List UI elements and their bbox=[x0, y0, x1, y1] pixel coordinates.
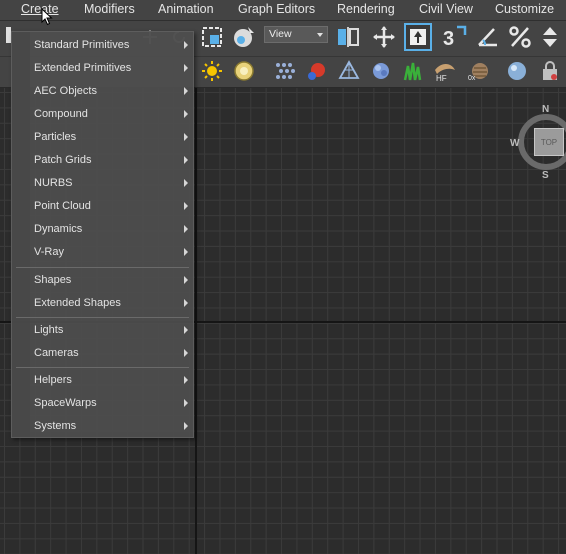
menu-item-systems[interactable]: Systems bbox=[12, 416, 193, 436]
viewcube-face[interactable]: TOP bbox=[534, 128, 564, 156]
menu-item-label: Compound bbox=[34, 108, 88, 120]
menu-item-label: Particles bbox=[34, 131, 77, 143]
menu-item-label: Extended Primitives bbox=[34, 62, 132, 74]
sphere-material-icon[interactable] bbox=[505, 59, 529, 83]
menu-item-label: Point Cloud bbox=[34, 200, 91, 212]
cloud-icon[interactable] bbox=[369, 59, 393, 83]
menu-item-lights[interactable]: Lights bbox=[12, 320, 193, 340]
menu-item-label: Standard Primitives bbox=[34, 39, 130, 51]
viewcube[interactable]: TOP N W S bbox=[510, 104, 566, 181]
hair-fur-icon[interactable]: HF bbox=[432, 59, 458, 83]
submenu-arrow-icon bbox=[184, 179, 188, 187]
compass-north-label: N bbox=[542, 104, 550, 115]
submenu-arrow-icon bbox=[184, 376, 188, 384]
submenu-arrow-icon bbox=[184, 276, 188, 284]
svg-text:HF: HF bbox=[436, 74, 447, 82]
menu-item-dynamics[interactable]: Dynamics bbox=[12, 219, 193, 239]
menu-customize[interactable]: Customize bbox=[495, 2, 554, 16]
menu-item-label: Patch Grids bbox=[34, 154, 92, 166]
create-menu-dropdown: Standard Primitives Extended Primitives … bbox=[11, 31, 194, 438]
chevron-down-icon bbox=[317, 33, 323, 37]
menu-item-patch-grids[interactable]: Patch Grids bbox=[12, 150, 193, 170]
view-dropdown-label: View bbox=[269, 28, 292, 40]
menu-item-v-ray[interactable]: V-Ray bbox=[12, 242, 193, 262]
menu-item-label: Shapes bbox=[34, 274, 72, 286]
menu-item-label: AEC Objects bbox=[34, 85, 97, 97]
reference-coordinate-dropdown[interactable]: View bbox=[264, 26, 328, 43]
menu-item-label: Systems bbox=[34, 420, 77, 432]
submenu-arrow-icon bbox=[184, 133, 188, 141]
submenu-arrow-icon bbox=[184, 349, 188, 357]
menu-item-helpers[interactable]: Helpers bbox=[12, 370, 193, 390]
menu-item-label: Lights bbox=[34, 324, 64, 336]
grid-axis-vertical bbox=[195, 88, 197, 554]
menu-item-aec-objects[interactable]: AEC Objects bbox=[12, 81, 193, 101]
menu-separator bbox=[16, 317, 189, 318]
angle-snap-icon[interactable] bbox=[474, 24, 502, 50]
submenu-arrow-icon bbox=[184, 326, 188, 334]
submenu-arrow-icon bbox=[184, 299, 188, 307]
menu-item-compound[interactable]: Compound bbox=[12, 104, 193, 124]
menu-separator bbox=[16, 367, 189, 368]
select-object-icon[interactable] bbox=[230, 24, 258, 50]
menu-item-shapes[interactable]: Shapes bbox=[12, 270, 193, 290]
plane-icon[interactable] bbox=[337, 59, 361, 83]
svg-text:0x: 0x bbox=[468, 75, 476, 82]
submenu-arrow-icon bbox=[184, 64, 188, 72]
submenu-arrow-icon bbox=[184, 41, 188, 49]
menu-animation[interactable]: Animation bbox=[158, 2, 214, 16]
menu-item-label: Cameras bbox=[34, 347, 79, 359]
menu-item-label: Extended Shapes bbox=[34, 297, 121, 309]
select-region-icon[interactable] bbox=[198, 24, 226, 50]
viewcube-face-label: TOP bbox=[540, 137, 558, 147]
percent-snap-icon[interactable] bbox=[506, 24, 534, 50]
submenu-arrow-icon bbox=[184, 422, 188, 430]
menu-graph-editors[interactable]: Graph Editors bbox=[238, 2, 315, 16]
displacement-icon[interactable]: 0x bbox=[466, 59, 490, 83]
menu-item-label: Dynamics bbox=[34, 223, 83, 235]
submenu-arrow-icon bbox=[184, 399, 188, 407]
menu-separator bbox=[16, 267, 189, 268]
submenu-arrow-icon bbox=[184, 248, 188, 256]
menu-item-point-cloud[interactable]: Point Cloud bbox=[12, 196, 193, 216]
grass-icon[interactable] bbox=[401, 59, 425, 83]
submenu-arrow-icon bbox=[184, 156, 188, 164]
menu-item-nurbs[interactable]: NURBS bbox=[12, 173, 193, 193]
submenu-arrow-icon bbox=[184, 225, 188, 233]
mirror-icon[interactable] bbox=[334, 24, 362, 50]
menu-item-particles[interactable]: Particles bbox=[12, 127, 193, 147]
compass-west-label: W bbox=[510, 138, 520, 149]
spinner-snap-icon[interactable] bbox=[538, 24, 562, 50]
submenu-arrow-icon bbox=[184, 110, 188, 118]
svg-text:3: 3 bbox=[443, 28, 454, 49]
mouse-cursor-icon bbox=[40, 7, 54, 27]
menu-item-label: NURBS bbox=[34, 177, 73, 189]
menu-item-label: Helpers bbox=[34, 374, 72, 386]
menu-rendering[interactable]: Rendering bbox=[337, 2, 395, 16]
submenu-arrow-icon bbox=[184, 87, 188, 95]
move-icon[interactable] bbox=[370, 24, 398, 50]
object-paint-icon[interactable] bbox=[305, 59, 329, 83]
menu-item-extended-primitives[interactable]: Extended Primitives bbox=[12, 58, 193, 78]
menu-civil-view[interactable]: Civil View bbox=[419, 2, 473, 16]
sphere-light-icon[interactable] bbox=[232, 59, 256, 83]
menu-item-spacewarps[interactable]: SpaceWarps bbox=[12, 393, 193, 413]
select-and-link-icon[interactable] bbox=[404, 23, 432, 51]
sun-icon[interactable] bbox=[200, 59, 224, 83]
menu-item-cameras[interactable]: Cameras bbox=[12, 343, 193, 363]
menu-item-extended-shapes[interactable]: Extended Shapes bbox=[12, 293, 193, 313]
menu-bar: Create Modifiers Animation Graph Editors… bbox=[0, 0, 566, 21]
compass-south-label: S bbox=[542, 170, 549, 181]
lock-icon[interactable] bbox=[538, 59, 562, 83]
snap-3d-icon[interactable]: 3 bbox=[440, 24, 468, 50]
submenu-arrow-icon bbox=[184, 202, 188, 210]
particles-icon[interactable] bbox=[273, 59, 297, 83]
menu-modifiers[interactable]: Modifiers bbox=[84, 2, 135, 16]
menu-item-label: SpaceWarps bbox=[34, 397, 97, 409]
menu-item-label: V-Ray bbox=[34, 246, 64, 258]
menu-item-standard-primitives[interactable]: Standard Primitives bbox=[12, 35, 193, 55]
